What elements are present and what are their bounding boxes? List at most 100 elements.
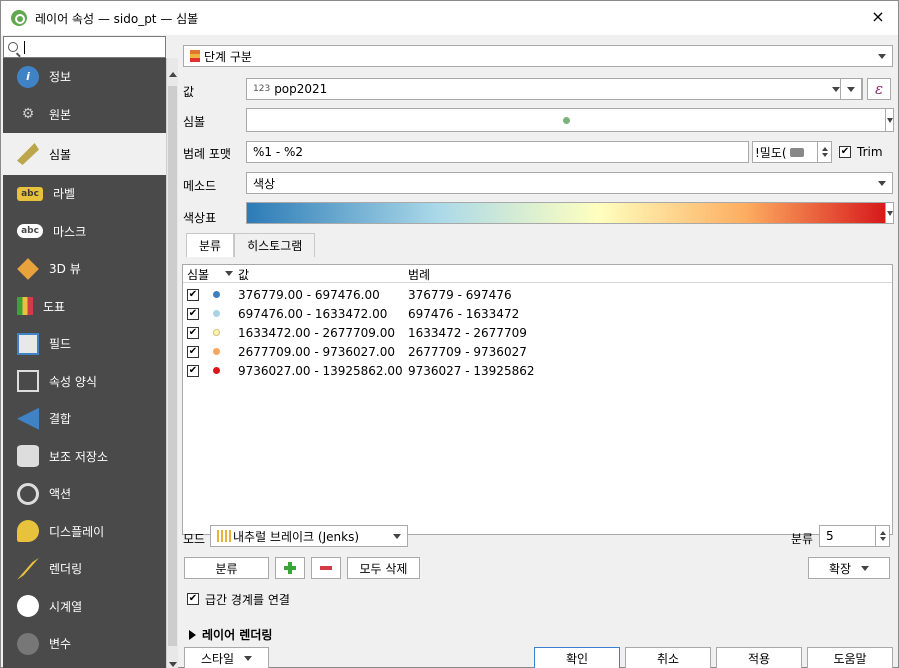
trim-label: Trim bbox=[857, 145, 883, 159]
symbology-panel: 단계 구분 값 123 pop2021 ε 심볼 범례 포맷 %1 - %2 !… bbox=[179, 36, 899, 668]
class-values[interactable]: 1633472.00 - 2677709.00 bbox=[238, 326, 395, 340]
close-button[interactable]: × bbox=[868, 7, 888, 26]
sidebar-item-joins[interactable]: 결합 bbox=[3, 400, 166, 438]
class-legend[interactable]: 9736027 - 13925862 bbox=[408, 364, 534, 378]
table-row[interactable]: ✔ 9736027.00 - 13925862.00 9736027 - 13925… bbox=[183, 361, 883, 380]
classify-button[interactable]: 분류 bbox=[184, 557, 269, 579]
expression-button[interactable]: ε bbox=[867, 78, 891, 100]
sidebar-item-masks[interactable]: abc 마스크 bbox=[3, 213, 166, 251]
sidebar-item-3d-view[interactable]: 3D 뷰 bbox=[3, 250, 166, 288]
mode-value: 내추럴 브레이크 (Jenks) bbox=[233, 529, 360, 544]
color-ramp-button[interactable] bbox=[246, 202, 886, 224]
spin-buttons[interactable] bbox=[817, 142, 831, 162]
sidebar-item-actions[interactable]: 액션 bbox=[3, 475, 166, 513]
sidebar-item-temporal[interactable]: 시계열 bbox=[3, 588, 166, 626]
tab-classes[interactable]: 분류 bbox=[186, 233, 235, 257]
text-caret bbox=[24, 40, 25, 54]
tab-histogram[interactable]: 히스토그램 bbox=[234, 233, 316, 257]
symbol-dropdown[interactable] bbox=[886, 108, 894, 132]
class-symbol[interactable] bbox=[213, 291, 220, 298]
scrollbar-thumb[interactable] bbox=[168, 86, 177, 646]
class-visibility-checkbox[interactable]: ✔ bbox=[187, 326, 199, 339]
class-symbol[interactable] bbox=[213, 367, 220, 374]
column-legend[interactable]: 범례 bbox=[408, 266, 430, 283]
class-legend[interactable]: 2677709 - 9736027 bbox=[408, 345, 527, 359]
expression-icon: ε bbox=[874, 80, 884, 98]
class-values[interactable]: 376779.00 - 697476.00 bbox=[238, 288, 380, 302]
style-button[interactable]: 스타일 bbox=[184, 647, 269, 668]
table-row[interactable]: ✔ 697476.00 - 1633472.00 697476 - 1633472 bbox=[183, 304, 883, 323]
renderer-type-select[interactable]: 단계 구분 bbox=[183, 45, 893, 67]
class-visibility-checkbox[interactable]: ✔ bbox=[187, 307, 199, 320]
column-symbol[interactable]: 심볼 bbox=[187, 266, 209, 283]
sidebar-item-diagrams[interactable]: 도표 bbox=[3, 288, 166, 326]
advanced-button[interactable]: 확장 bbox=[808, 557, 890, 579]
sidebar-item-display[interactable]: 디스플레이 bbox=[3, 513, 166, 551]
sidebar-item-attributes-form[interactable]: 속성 양식 bbox=[3, 363, 166, 401]
sidebar-item-symbology[interactable]: 심볼 bbox=[3, 133, 166, 175]
auxiliary-storage-icon bbox=[17, 445, 39, 468]
sidebar-item-auxiliary-storage[interactable]: 보조 저장소 bbox=[3, 438, 166, 476]
column-values[interactable]: 값 bbox=[238, 266, 249, 283]
class-symbol[interactable] bbox=[213, 329, 220, 336]
table-row[interactable]: ✔ 1633472.00 - 2677709.00 1633472 - 267770… bbox=[183, 323, 883, 342]
table-row[interactable]: ✔ 2677709.00 - 9736027.00 2677709 - 973602… bbox=[183, 342, 883, 361]
chevron-down-icon bbox=[878, 54, 886, 59]
sidebar-search-input[interactable] bbox=[3, 36, 166, 58]
class-values[interactable]: 697476.00 - 1633472.00 bbox=[238, 307, 387, 321]
scroll-down-arrow-icon[interactable] bbox=[169, 662, 177, 667]
trim-checkbox[interactable]: ✔ bbox=[839, 146, 851, 158]
add-class-button[interactable] bbox=[275, 557, 305, 579]
class-visibility-checkbox[interactable]: ✔ bbox=[187, 345, 199, 358]
layer-rendering-section[interactable]: 레이어 렌더링 bbox=[189, 626, 272, 643]
color-ramp-dropdown[interactable] bbox=[886, 202, 894, 224]
sidebar-item-fields[interactable]: 필드 bbox=[3, 325, 166, 363]
class-visibility-checkbox[interactable]: ✔ bbox=[187, 288, 199, 301]
sidebar-item-variables[interactable]: 변수 bbox=[3, 625, 166, 663]
class-legend[interactable]: 697476 - 1633472 bbox=[408, 307, 519, 321]
ok-button[interactable]: 확인 bbox=[534, 647, 620, 668]
sidebar-item-label: 시계열 bbox=[49, 599, 83, 614]
class-values[interactable]: 2677709.00 - 9736027.00 bbox=[238, 345, 395, 359]
sidebar-item-label: 디스플레이 bbox=[49, 524, 105, 539]
source-icon: ⚙ bbox=[21, 106, 35, 123]
precision-spinbox[interactable]: !밀도( bbox=[752, 141, 832, 163]
legend-format-input[interactable]: %1 - %2 bbox=[246, 141, 749, 163]
class-symbol[interactable] bbox=[213, 348, 220, 355]
chevron-down-icon bbox=[861, 565, 870, 571]
classes-count-spinbox[interactable]: 5 bbox=[819, 525, 890, 547]
field-dropdown-button[interactable] bbox=[840, 78, 862, 100]
class-values[interactable]: 9736027.00 - 13925862.00 bbox=[238, 364, 403, 378]
sidebar-item-labels[interactable]: abc 라벨 bbox=[3, 175, 166, 213]
class-visibility-checkbox[interactable]: ✔ bbox=[187, 364, 199, 377]
class-legend[interactable]: 376779 - 697476 bbox=[408, 288, 512, 302]
sidebar-item-information[interactable]: i 정보 bbox=[3, 58, 166, 96]
sidebar-item-rendering[interactable]: 렌더링 bbox=[3, 550, 166, 588]
symbology-icon bbox=[17, 143, 39, 165]
apply-button[interactable]: 적용 bbox=[716, 647, 802, 668]
main-scrollbar[interactable] bbox=[166, 58, 178, 668]
link-boundaries-checkbox[interactable]: ✔ bbox=[187, 593, 199, 605]
mode-select[interactable]: 내추럴 브레이크 (Jenks) bbox=[210, 525, 408, 547]
table-row[interactable]: ✔ 376779.00 - 697476.00 376779 - 697476 bbox=[183, 285, 883, 304]
remove-class-button[interactable] bbox=[311, 557, 341, 579]
clear-icon[interactable] bbox=[789, 147, 804, 157]
method-value: 색상 bbox=[253, 176, 276, 191]
spin-buttons[interactable] bbox=[875, 526, 889, 546]
chevron-down-icon bbox=[878, 181, 886, 186]
sidebar-item-source[interactable]: ⚙ 원본 bbox=[3, 96, 166, 134]
sidebar-item-label: 3D 뷰 bbox=[49, 262, 81, 277]
symbol-button[interactable] bbox=[246, 108, 886, 132]
method-select[interactable]: 색상 bbox=[246, 172, 893, 194]
delete-all-button[interactable]: 모두 삭제 bbox=[347, 557, 420, 579]
value-field-select[interactable]: 123 pop2021 bbox=[246, 78, 863, 100]
search-icon bbox=[8, 42, 18, 52]
class-legend[interactable]: 1633472 - 2677709 bbox=[408, 326, 527, 340]
class-symbol[interactable] bbox=[213, 310, 220, 317]
help-button[interactable]: 도움말 bbox=[807, 647, 893, 668]
sidebar-item-label: 보조 저장소 bbox=[49, 449, 109, 464]
rendering-icon bbox=[17, 557, 39, 580]
scroll-up-arrow-icon[interactable] bbox=[169, 72, 177, 77]
cancel-button[interactable]: 취소 bbox=[625, 647, 711, 668]
value-label: 값 bbox=[183, 85, 195, 99]
